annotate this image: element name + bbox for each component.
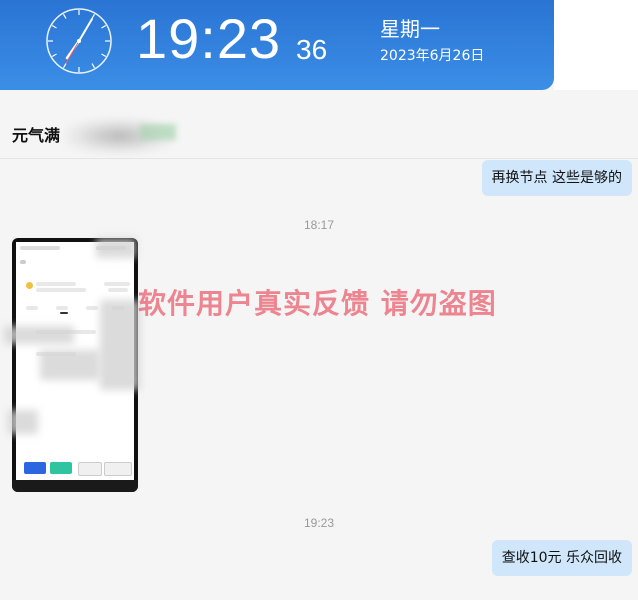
message-bubble-outgoing[interactable]: 查收10元 乐众回收 — [491, 540, 632, 576]
clock-time: 19:23 — [136, 7, 282, 70]
watermark-text: 软件用户真实反馈 请勿盗图 — [138, 287, 497, 320]
banner-right-blank — [554, 0, 638, 90]
avatar — [26, 282, 33, 289]
clock-seconds: 36 — [296, 34, 328, 65]
redaction-blur — [4, 326, 74, 344]
redaction-blur-green — [140, 124, 176, 140]
message-timestamp: 18:17 — [303, 218, 335, 232]
redaction-blur — [8, 410, 38, 434]
clock-weekday: 星期一 — [380, 17, 440, 41]
clock-banner: 19:23 36 星期一 2023年6月26日 — [0, 0, 554, 90]
redaction-blur — [96, 238, 136, 258]
phone-nav-bar — [12, 480, 138, 492]
redaction-blur — [100, 300, 140, 390]
clock-date: 2023年6月26日 — [380, 48, 485, 64]
message-timestamp: 19:23 — [303, 516, 335, 530]
analog-clock-icon — [46, 8, 112, 74]
message-bubble-outgoing[interactable]: 再换节点 这些是够的 — [481, 160, 632, 196]
redaction-blur — [40, 350, 100, 380]
contact-name[interactable]: 元气满 — [12, 122, 60, 146]
